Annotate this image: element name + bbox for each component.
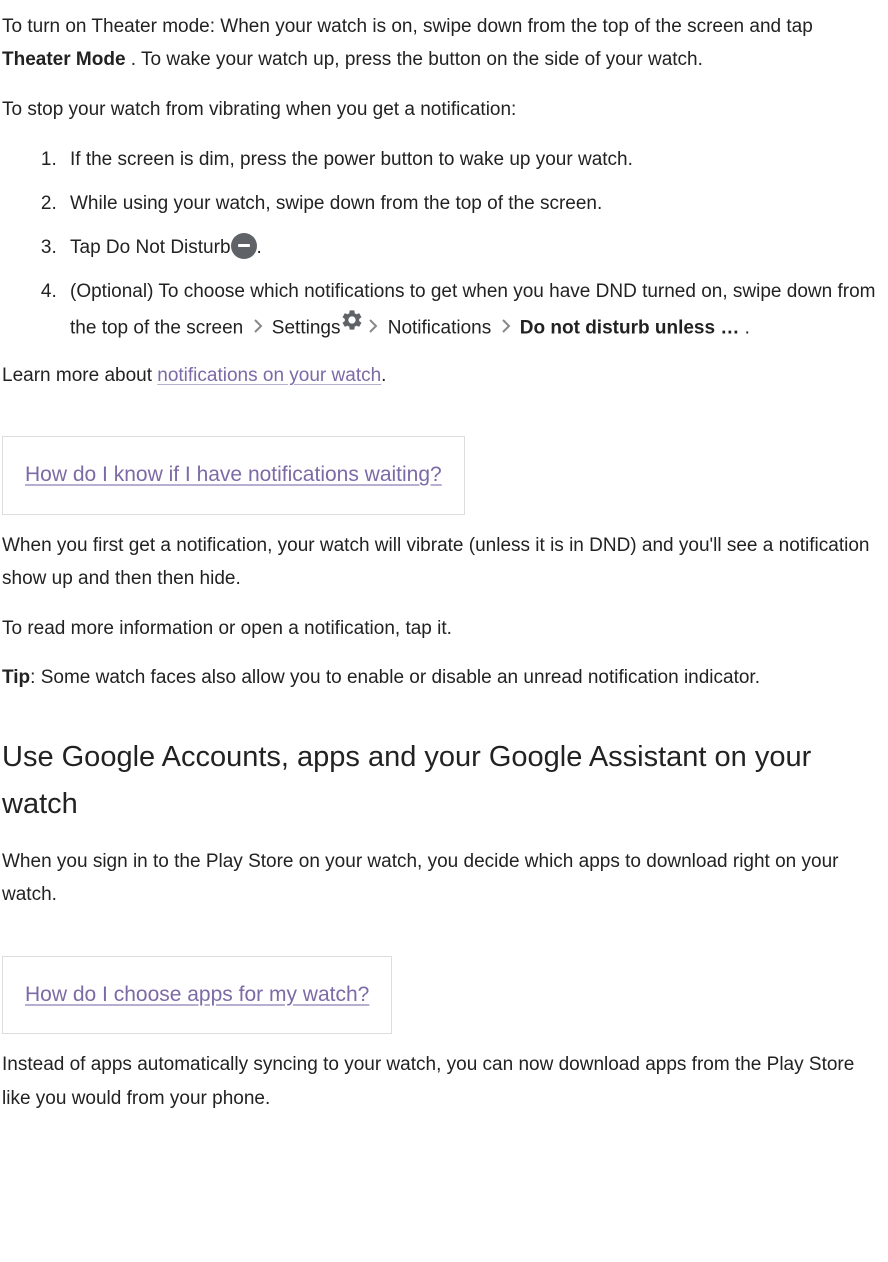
tip-label: Tip [2, 667, 30, 688]
theater-mode-bold: Theater Mode [2, 49, 126, 70]
text: : Some watch faces also allow you to ena… [30, 667, 760, 688]
dnd-steps-list: If the screen is dim, press the power bu… [2, 142, 886, 347]
text: Tap Do Not Disturb [70, 237, 231, 258]
text: . [739, 318, 750, 339]
learn-more-paragraph: Learn more about notifications on your w… [2, 359, 886, 392]
theater-mode-paragraph: To turn on Theater mode: When your watch… [2, 10, 886, 77]
callout-notifications-waiting[interactable]: How do I know if I have notifications wa… [2, 436, 465, 515]
list-item: While using your watch, swipe down from … [62, 186, 886, 222]
tap-notification-paragraph: To read more information or open a notif… [2, 612, 886, 645]
list-item: Tap Do Not Disturb. [62, 230, 886, 266]
apps-sync-paragraph: Instead of apps automatically syncing to… [2, 1048, 886, 1115]
gear-icon [340, 308, 364, 345]
text: Notifications [382, 318, 496, 339]
notifications-link[interactable]: notifications on your watch [157, 365, 381, 386]
chevron-right-icon [253, 310, 263, 346]
play-store-intro-paragraph: When you sign in to the Play Store on yo… [2, 845, 886, 912]
do-not-disturb-icon [231, 233, 257, 259]
notification-behavior-paragraph: When you first get a notification, your … [2, 529, 886, 596]
text: . [381, 365, 386, 386]
callout-link[interactable]: How do I choose apps for my watch? [25, 983, 369, 1006]
tip-paragraph: Tip: Some watch faces also allow you to … [2, 661, 886, 694]
section-heading-google-accounts: Use Google Accounts, apps and your Googl… [2, 734, 886, 827]
list-item: If the screen is dim, press the power bu… [62, 142, 886, 178]
text: To turn on Theater mode: When your watch… [2, 16, 813, 37]
text: . To wake your watch up, press the butto… [126, 49, 703, 70]
dnd-unless-bold: Do not disturb unless … [520, 318, 740, 339]
stop-vibrating-intro: To stop your watch from vibrating when y… [2, 93, 886, 126]
text: . [257, 237, 262, 258]
text: Settings [267, 318, 341, 339]
list-item: (Optional) To choose which notifications… [62, 274, 886, 347]
chevron-right-icon [368, 310, 378, 346]
chevron-right-icon [501, 310, 511, 346]
callout-choose-apps[interactable]: How do I choose apps for my watch? [2, 956, 392, 1035]
text: Learn more about [2, 365, 157, 386]
callout-link[interactable]: How do I know if I have notifications wa… [25, 463, 442, 486]
